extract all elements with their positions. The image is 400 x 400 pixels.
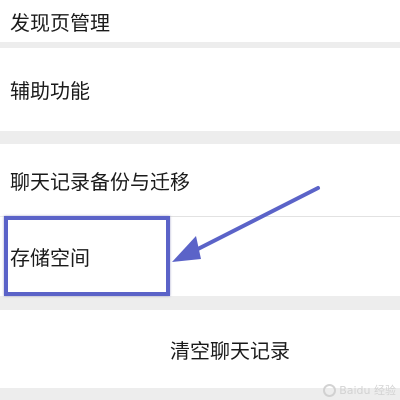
settings-item-label: 聊天记录备份与迁移 bbox=[10, 169, 190, 194]
settings-item-discover-page-management[interactable]: 发现页管理 bbox=[0, 0, 400, 42]
settings-item-label: 发现页管理 bbox=[10, 10, 110, 35]
settings-item-label: 存储空间 bbox=[10, 246, 90, 270]
settings-item-label: 辅助功能 bbox=[10, 79, 90, 103]
settings-item-accessibility[interactable]: 辅助功能 bbox=[0, 48, 400, 131]
clear-chat-history-label: 清空聊天记录 bbox=[170, 338, 290, 363]
clear-chat-history-button[interactable]: 清空聊天记录 bbox=[0, 310, 400, 388]
settings-screen: 发现页管理 辅助功能 聊天记录备份与迁移 存储空间 清空聊天记录 Baidu 经… bbox=[0, 0, 400, 400]
settings-item-chat-backup-migration[interactable]: 聊天记录备份与迁移 bbox=[0, 144, 400, 216]
watermark-text: Baidu 经验 bbox=[339, 384, 396, 397]
settings-item-storage[interactable]: 存储空间 bbox=[0, 217, 400, 296]
baidu-paw-icon bbox=[323, 383, 337, 397]
watermark: Baidu 经验 bbox=[323, 382, 396, 398]
